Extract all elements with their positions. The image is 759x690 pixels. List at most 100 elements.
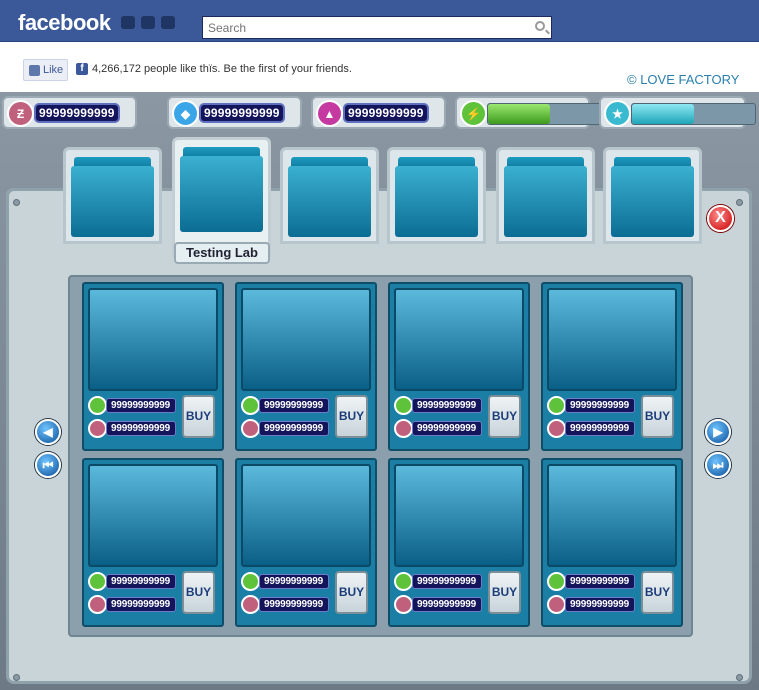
tab-silo[interactable] xyxy=(496,147,595,244)
silo-icon xyxy=(504,166,587,237)
item-grid: 99999999999 99999999999 BUY 99999999999 9999… xyxy=(68,275,693,637)
energy-icon: ⚡ xyxy=(460,100,487,127)
energy-icon xyxy=(88,572,107,591)
item-card[interactable]: 99999999999 99999999999 BUY xyxy=(388,282,530,451)
tab-testing-lab[interactable] xyxy=(172,137,271,257)
money-icon xyxy=(241,595,260,614)
rivet-decoration xyxy=(13,199,20,206)
buy-button[interactable]: BUY xyxy=(488,571,521,614)
money-icon xyxy=(394,419,413,438)
search-input[interactable] xyxy=(203,17,533,38)
money-icon xyxy=(88,419,107,438)
last-page-button[interactable]: ⏭ xyxy=(705,452,731,478)
search-box xyxy=(202,16,552,39)
crystal-value: 99999999999 xyxy=(199,103,285,123)
buy-button[interactable]: BUY xyxy=(641,571,674,614)
testing-lab-item-icon xyxy=(547,288,677,391)
item-card[interactable]: 99999999999 99999999999 BUY xyxy=(235,458,377,627)
tab-palm-tree[interactable] xyxy=(603,147,702,244)
money-icon xyxy=(547,419,566,438)
facebook-header: facebook xyxy=(0,0,759,42)
item-card[interactable]: 99999999999 99999999999 BUY xyxy=(541,282,683,451)
money-icon xyxy=(547,595,566,614)
active-tab-label: Testing Lab xyxy=(174,242,270,264)
item-card[interactable]: 99999999999 99999999999 BUY xyxy=(235,282,377,451)
energy-price-value: 99999999999 xyxy=(565,574,635,589)
facebook-f-icon: f xyxy=(76,63,88,75)
like-button[interactable]: Like xyxy=(23,59,68,81)
energy-price-value: 99999999999 xyxy=(259,574,329,589)
energy-icon xyxy=(547,396,566,415)
money-price: 99999999999 xyxy=(547,595,635,614)
buy-button[interactable]: BUY xyxy=(182,571,215,614)
buy-button[interactable]: BUY xyxy=(335,395,368,438)
item-card[interactable]: 99999999999 99999999999 BUY xyxy=(541,458,683,627)
like-count-text: 4,266,172 people like thїs. Be the first… xyxy=(92,63,352,75)
money-price: 99999999999 xyxy=(241,595,329,614)
upgrade-icon: ▲ xyxy=(316,100,343,127)
rivet-decoration xyxy=(736,199,743,206)
energy-price-value: 99999999999 xyxy=(259,398,329,413)
energy-icon xyxy=(394,572,413,591)
testing-lab-item-icon xyxy=(547,464,677,567)
money-price-value: 99999999999 xyxy=(106,597,176,612)
energy-price-value: 99999999999 xyxy=(565,398,635,413)
energy-icon xyxy=(241,396,260,415)
copyright-text: © LOVE FACTORY xyxy=(627,72,740,87)
energy-price: 99999999999 xyxy=(241,572,329,591)
item-card[interactable]: 99999999999 99999999999 BUY xyxy=(82,458,224,627)
like-count: f 4,266,172 people like thїs. Be the fir… xyxy=(76,63,352,75)
tab-tanker-truck[interactable] xyxy=(280,147,379,244)
item-card[interactable]: 99999999999 99999999999 BUY xyxy=(82,282,224,451)
energy-price: 99999999999 xyxy=(394,572,482,591)
energy-resource: ⚡ xyxy=(455,96,612,129)
testing-lab-item-icon xyxy=(394,288,524,391)
platform-icon xyxy=(395,166,478,237)
energy-price: 99999999999 xyxy=(547,572,635,591)
tab-platform[interactable] xyxy=(387,147,486,244)
upgrade-value: 99999999999 xyxy=(343,103,429,123)
game-area: Ƶ 99999999999 ◆ 99999999999 ▲ 9999999999… xyxy=(0,92,759,690)
first-page-button[interactable]: ⏮ xyxy=(35,452,61,478)
buy-button[interactable]: BUY xyxy=(335,571,368,614)
star-bar-fill xyxy=(632,104,694,124)
upgrade-resource: ▲ 99999999999 xyxy=(311,96,446,129)
money-price-value: 99999999999 xyxy=(106,421,176,436)
money-price: 99999999999 xyxy=(88,419,176,438)
buy-button[interactable]: BUY xyxy=(488,395,521,438)
star-icon: ★ xyxy=(604,100,631,127)
buy-button[interactable]: BUY xyxy=(182,395,215,438)
energy-icon xyxy=(88,396,107,415)
like-bar: Like f 4,266,172 people like thїs. Be th… xyxy=(0,42,759,92)
item-card[interactable]: 99999999999 99999999999 BUY xyxy=(388,458,530,627)
crystal-icon: ◆ xyxy=(172,100,199,127)
notifications-icon[interactable] xyxy=(161,16,175,29)
close-button[interactable]: X xyxy=(707,205,734,232)
money-resource: Ƶ 99999999999 xyxy=(2,96,137,129)
money-price: 99999999999 xyxy=(547,419,635,438)
friend-requests-icon[interactable] xyxy=(121,16,135,29)
palm-tree-icon xyxy=(611,166,694,237)
money-price-value: 99999999999 xyxy=(259,597,329,612)
money-price-value: 99999999999 xyxy=(565,597,635,612)
search-icon[interactable] xyxy=(535,21,545,31)
energy-icon xyxy=(241,572,260,591)
testing-lab-item-icon xyxy=(241,464,371,567)
energy-icon xyxy=(547,572,566,591)
money-icon: Ƶ xyxy=(7,100,34,127)
messages-icon[interactable] xyxy=(141,16,155,29)
money-icon xyxy=(88,595,107,614)
energy-price: 99999999999 xyxy=(88,396,176,415)
facebook-logo[interactable]: facebook xyxy=(18,10,111,36)
star-bar xyxy=(631,103,756,125)
energy-bar xyxy=(487,103,612,125)
money-price-value: 99999999999 xyxy=(412,597,482,612)
buy-button[interactable]: BUY xyxy=(641,395,674,438)
tab-machine[interactable] xyxy=(63,147,162,244)
rivet-decoration xyxy=(13,674,20,681)
energy-price-value: 99999999999 xyxy=(106,398,176,413)
energy-bar-fill xyxy=(488,104,550,124)
prev-page-button[interactable]: ◀ xyxy=(35,419,61,445)
truck-icon xyxy=(288,166,371,237)
next-page-button[interactable]: ▶ xyxy=(705,419,731,445)
